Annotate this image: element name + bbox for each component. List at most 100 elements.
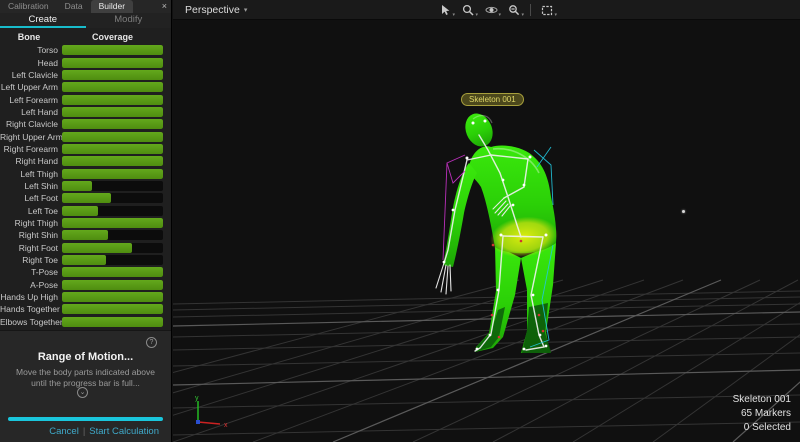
orbit-tool-icon[interactable]: ▾ <box>484 3 498 17</box>
builder-subtabs: Create Modify <box>0 13 171 28</box>
tool-dropdown-caret: ▾ <box>554 12 557 18</box>
tool-dropdown-caret: ▾ <box>475 12 478 18</box>
coverage-bar-fill <box>62 304 163 314</box>
coverage-bar-track <box>62 144 163 154</box>
bone-row: Left Toe <box>0 204 171 216</box>
range-of-motion-section: ? Range of Motion... Move the body parts… <box>0 330 171 442</box>
bone-list: TorsoHeadLeft ClavicleLeft Upper ArmLeft… <box>0 44 171 328</box>
axis-y-label: y <box>195 395 199 402</box>
column-header-coverage: Coverage <box>62 32 163 42</box>
bone-row: Left Thigh <box>0 167 171 179</box>
bone-label: Elbows Together <box>0 317 58 327</box>
bone-label: Head <box>0 58 58 68</box>
bone-label: Right Upper Arm <box>0 132 58 142</box>
viewport-topbar: Perspective ▾ ▾ ▾ ▾ ▾ <box>173 0 800 20</box>
stray-marker-dot[interactable] <box>682 210 685 213</box>
skeleton-avatar[interactable] <box>403 85 583 375</box>
coverage-bar-track <box>62 304 163 314</box>
chevron-down-icon: ▾ <box>244 6 248 14</box>
bone-row: Right Clavicle <box>0 118 171 130</box>
footer-buttons: Cancel | Start Calculation <box>45 426 163 437</box>
coverage-bar-fill <box>62 267 163 277</box>
bone-row: Left Hand <box>0 106 171 118</box>
bone-row: Left Shin <box>0 180 171 192</box>
coverage-bar-fill <box>62 107 163 117</box>
subtab-create[interactable]: Create <box>0 13 86 28</box>
coverage-bar-fill <box>62 156 163 166</box>
close-icon[interactable]: × <box>162 0 167 13</box>
bone-label: A-Pose <box>0 280 58 290</box>
bone-label: Left Upper Arm <box>0 82 58 92</box>
coverage-bar-fill <box>62 181 92 191</box>
coverage-bar-fill <box>62 243 132 253</box>
coverage-bar-track <box>62 255 163 265</box>
help-icon[interactable]: ? <box>146 337 157 348</box>
bone-label: Left Foot <box>0 193 58 203</box>
bone-label: Hands Up High <box>0 292 58 302</box>
coverage-bar-track <box>62 181 163 191</box>
bone-row: Right Upper Arm <box>0 130 171 142</box>
bone-row: Right Foot <box>0 242 171 254</box>
bone-row: Left Forearm <box>0 93 171 105</box>
bone-label: Left Hand <box>0 107 58 117</box>
coverage-bar-track <box>62 95 163 105</box>
coverage-bar-track <box>62 292 163 302</box>
coverage-bar-track <box>62 70 163 80</box>
start-calculation-button[interactable]: Start Calculation <box>85 426 163 437</box>
coverage-bar-fill <box>62 144 163 154</box>
coverage-bar-fill <box>62 95 163 105</box>
zoom-tool-icon[interactable]: ▾ <box>461 3 475 17</box>
bone-label: Hands Together <box>0 304 58 314</box>
coverage-bar-fill <box>62 317 163 327</box>
coverage-bar-track <box>62 119 163 129</box>
coverage-bar-fill <box>62 255 106 265</box>
info-skeleton-name: Skeleton 001 <box>733 393 791 407</box>
subtab-modify[interactable]: Modify <box>86 13 172 28</box>
view-selector-dropdown[interactable]: Perspective ▾ <box>185 0 247 20</box>
pan-tool-icon[interactable]: ▾ <box>507 3 521 17</box>
tab-data[interactable]: Data <box>57 0 91 13</box>
coverage-bar-track <box>62 317 163 327</box>
cancel-button[interactable]: Cancel <box>45 426 83 437</box>
bone-row: Elbows Together <box>0 316 171 328</box>
coverage-bar-fill <box>62 119 163 129</box>
bone-label: T-Pose <box>0 267 58 277</box>
tab-calibration[interactable]: Calibration <box>0 0 57 13</box>
bone-row: Right Thigh <box>0 217 171 229</box>
bone-row: Torso <box>0 44 171 56</box>
perspective-viewport[interactable]: Perspective ▾ ▾ ▾ ▾ ▾ <box>173 0 800 442</box>
coverage-bar-fill <box>62 169 163 179</box>
bone-row: Right Shin <box>0 229 171 241</box>
skeleton-name-label[interactable]: Skeleton 001 <box>461 93 524 106</box>
bone-row: Left Upper Arm <box>0 81 171 93</box>
bone-label: Right Clavicle <box>0 119 58 129</box>
bone-row: Left Clavicle <box>0 69 171 81</box>
toolbar-separator <box>530 4 531 16</box>
bone-label: Torso <box>0 45 58 55</box>
coverage-bar-fill <box>62 193 111 203</box>
coverage-bar-fill <box>62 230 108 240</box>
bone-row: Right Hand <box>0 155 171 167</box>
select-tool-icon[interactable]: ▾ <box>438 3 452 17</box>
bone-row: Hands Together <box>0 303 171 315</box>
bone-label: Right Forearm <box>0 144 58 154</box>
coverage-bar-fill <box>62 292 163 302</box>
coverage-bar-track <box>62 107 163 117</box>
chevron-down-circle-icon[interactable]: ⌄ <box>77 387 88 398</box>
tool-dropdown-caret: ▾ <box>452 12 455 18</box>
bone-row: Hands Up High <box>0 291 171 303</box>
coverage-bar-track <box>62 169 163 179</box>
coverage-bar-track <box>62 132 163 142</box>
coverage-bar-fill <box>62 280 163 290</box>
marquee-tool-icon[interactable]: ▾ <box>540 3 554 17</box>
coverage-bar-track <box>62 193 163 203</box>
coverage-bar-track <box>62 156 163 166</box>
tab-builder[interactable]: Builder <box>91 0 133 13</box>
coverage-bar-track <box>62 267 163 277</box>
calibration-progress-fill <box>8 417 163 421</box>
info-selected-count: 0 Selected <box>733 421 791 435</box>
column-header-bone: Bone <box>0 32 58 42</box>
coverage-bar-track <box>62 82 163 92</box>
bone-label: Left Toe <box>0 206 58 216</box>
calibration-progress-track <box>8 417 163 421</box>
